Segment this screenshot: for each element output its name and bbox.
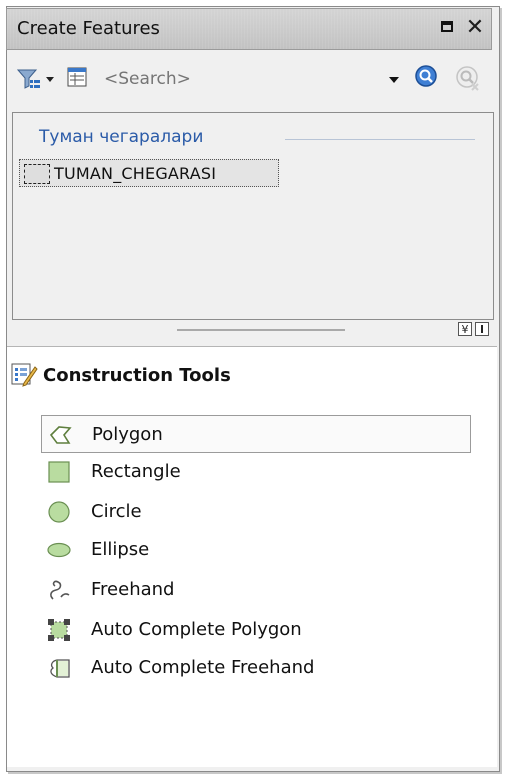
dropdown-arrow-icon[interactable] [388, 72, 400, 86]
tool-label: Auto Complete Freehand [91, 657, 315, 678]
tool-auto-complete-freehand[interactable]: Auto Complete Freehand [41, 649, 471, 687]
tool-label: Circle [91, 501, 142, 522]
restore-icon[interactable] [435, 15, 461, 41]
table-view-icon [67, 67, 87, 87]
tool-circle[interactable]: Circle [41, 493, 471, 531]
tool-label: Ellipse [91, 539, 150, 560]
clear-search-button[interactable] [454, 64, 482, 92]
tool-label: Freehand [91, 579, 175, 600]
tool-polygon[interactable]: Polygon [41, 415, 471, 453]
construction-tools-header: Construction Tools [43, 365, 231, 386]
template-item-tuman-chegarasi[interactable]: TUMAN_CHEGARASI [19, 159, 279, 187]
construction-tools-pane: Construction Tools Polygon Rectangle Cir… [7, 346, 497, 767]
polygon-icon [49, 426, 72, 444]
search-button[interactable] [414, 64, 440, 90]
tool-label: Rectangle [91, 461, 181, 482]
template-group-header: Туман чегаралари [39, 127, 204, 147]
feature-templates-pane: Туман чегаралари TUMAN_CHEGARASI [12, 112, 494, 320]
circle-icon [48, 501, 70, 523]
splitter-grip[interactable] [177, 329, 345, 331]
filter-icon [16, 69, 54, 89]
auto-complete-polygon-icon [48, 619, 70, 641]
filter-templates-button[interactable] [16, 66, 62, 92]
template-label: TUMAN_CHEGARASI [54, 164, 217, 183]
ellipse-icon [47, 542, 71, 558]
search-combobox[interactable] [98, 64, 400, 94]
tool-auto-complete-polygon[interactable]: Auto Complete Polygon [41, 611, 471, 649]
chevron-down-icon [46, 77, 54, 82]
freehand-icon [50, 580, 70, 600]
construction-tools-icon [11, 363, 38, 387]
tool-ellipse[interactable]: Ellipse [41, 531, 471, 569]
polygon-symbol-icon [24, 164, 50, 184]
pin-icon[interactable] [475, 322, 489, 336]
expand-toggle-button[interactable]: ¥ [458, 322, 472, 336]
search-input[interactable] [98, 64, 334, 94]
rectangle-icon [48, 461, 70, 483]
pane-splitter[interactable]: ¥ [12, 320, 494, 342]
window-title: Create Features [17, 18, 160, 39]
close-icon[interactable]: ✕ [462, 15, 488, 41]
tool-label: Polygon [92, 424, 163, 445]
tool-freehand[interactable]: Freehand [41, 571, 471, 609]
search-icon [415, 65, 437, 87]
tool-label: Auto Complete Polygon [91, 619, 302, 640]
clear-search-icon [456, 66, 479, 91]
toolbar [12, 58, 492, 100]
title-bar[interactable]: Create Features ✕ [6, 8, 492, 50]
group-divider [285, 139, 475, 140]
organize-templates-button[interactable] [66, 66, 90, 90]
auto-complete-freehand-icon [50, 659, 70, 678]
tool-rectangle[interactable]: Rectangle [41, 453, 471, 491]
